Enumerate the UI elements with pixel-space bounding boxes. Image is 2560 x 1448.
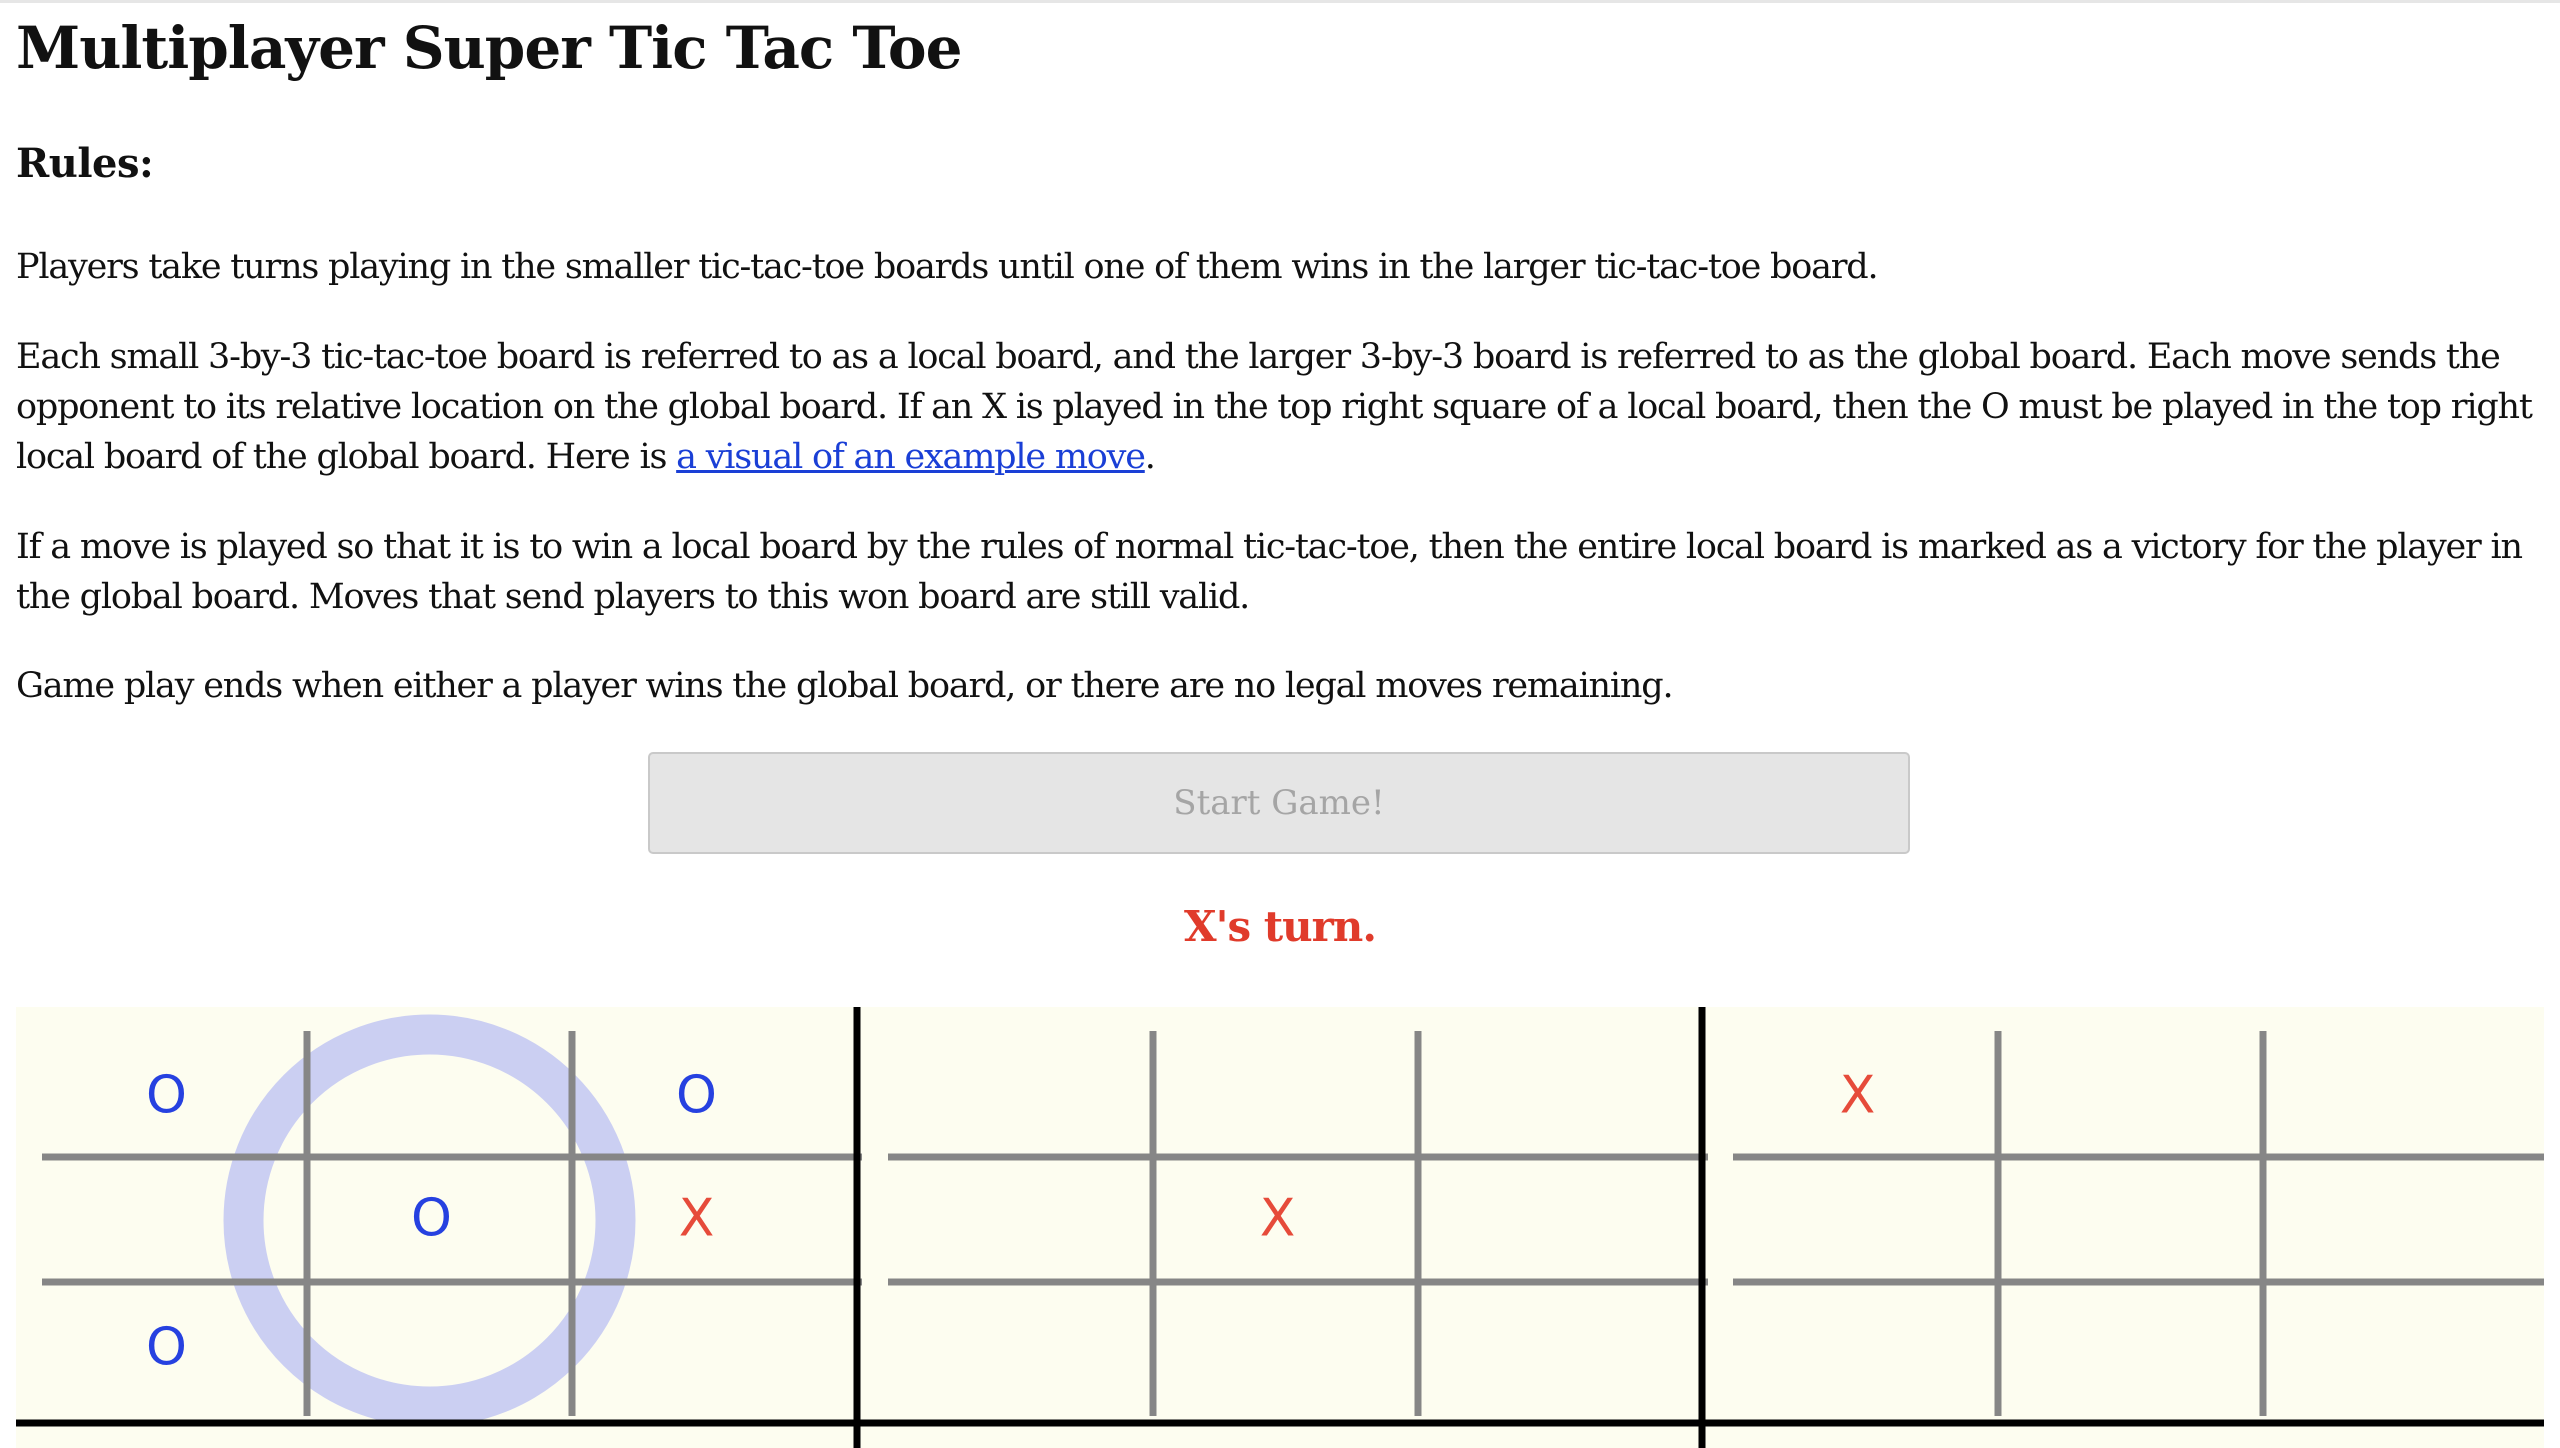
top-divider <box>0 0 2560 3</box>
page-title: Multiplayer Super Tic Tac Toe <box>16 14 963 82</box>
local-board-cell[interactable] <box>1418 1156 1683 1279</box>
local-board-cell[interactable] <box>2263 1156 2528 1279</box>
local-board-cell[interactable] <box>888 1033 1153 1156</box>
local-board-cell[interactable] <box>1998 1156 2263 1279</box>
global-board[interactable]: O O O X O X X <box>16 1007 2544 1448</box>
local-board-cell[interactable] <box>888 1156 1153 1279</box>
local-board-cell[interactable] <box>1733 1279 1998 1402</box>
rules-paragraph-4: Game play ends when either a player wins… <box>16 666 1674 706</box>
local-board-cell[interactable] <box>1153 1033 1418 1156</box>
o-mark: O <box>676 1066 717 1126</box>
local-board-cell[interactable] <box>2263 1033 2528 1156</box>
local-board-cell[interactable] <box>572 1279 837 1402</box>
local-board-cell[interactable] <box>888 1279 1153 1402</box>
start-game-button[interactable]: Start Game! <box>648 752 1910 854</box>
global-board-canvas: O O O X O X X <box>16 1007 2544 1448</box>
x-mark: X <box>1840 1066 1876 1126</box>
local-board-cell[interactable] <box>2263 1279 2528 1402</box>
o-mark: O <box>146 1066 187 1126</box>
local-board-cell[interactable] <box>42 1156 307 1279</box>
x-mark: X <box>679 1189 715 1249</box>
rules-paragraph-2: Each small 3-by-3 tic-tac-toe board is r… <box>16 332 2546 482</box>
local-board-cell[interactable] <box>1153 1279 1418 1402</box>
local-board-cell[interactable] <box>307 1279 572 1402</box>
local-board-cell[interactable] <box>1998 1279 2263 1402</box>
rules-heading: Rules: <box>16 140 154 187</box>
local-board-cell[interactable] <box>307 1033 572 1156</box>
local-board-cell[interactable] <box>1418 1033 1683 1156</box>
turn-status: X's turn. <box>1184 902 1377 951</box>
x-mark: X <box>1260 1189 1296 1249</box>
local-board-cell[interactable] <box>1733 1156 1998 1279</box>
o-mark: O <box>146 1318 187 1378</box>
local-board-cell[interactable] <box>1418 1279 1683 1402</box>
local-board-cell[interactable] <box>1998 1033 2263 1156</box>
rules-paragraph-3: If a move is played so that it is to win… <box>16 527 2523 617</box>
example-move-link[interactable]: a visual of an example move <box>676 437 1146 477</box>
o-mark: O <box>411 1189 452 1249</box>
rules-paragraph-2-end: . <box>1144 437 1156 477</box>
rules-paragraph-2-text: Each small 3-by-3 tic-tac-toe board is r… <box>16 337 2533 477</box>
rules-paragraph-1: Players take turns playing in the smalle… <box>16 247 1879 287</box>
